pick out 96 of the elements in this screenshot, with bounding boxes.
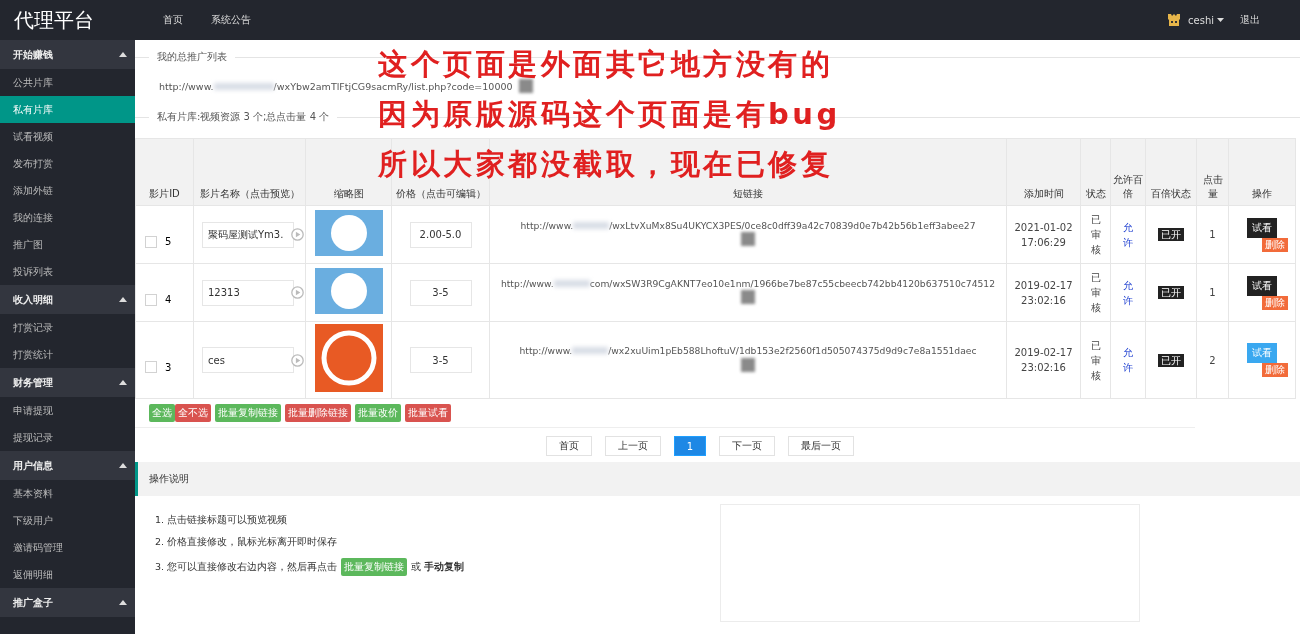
sidebar-item[interactable]: 邀请码管理 xyxy=(0,534,135,561)
blurred-qr-code xyxy=(518,79,533,93)
sidebar-item[interactable]: 提现记录 xyxy=(0,424,135,451)
status-text: 已审核 xyxy=(1090,271,1101,315)
nav-link[interactable]: 首页 xyxy=(163,13,183,27)
clicks-cell: 1 xyxy=(1196,263,1229,322)
instruction-text: 或 手动复制 xyxy=(411,560,465,574)
blurred-qr-code xyxy=(741,290,755,305)
row-checkbox[interactable] xyxy=(145,293,157,306)
caret-icon[interactable] xyxy=(1217,18,1224,22)
column-header: 影片名称（点击预览） xyxy=(193,138,306,206)
collapse-arrow-icon[interactable] xyxy=(119,297,127,302)
id-text: 3 xyxy=(165,361,172,373)
short-link[interactable]: http://www. /wx2xuUim1pEb588LhoftuV/1db153e2f2560f1d505074375d9d9c7e8a1551daec xyxy=(492,344,1004,358)
brand-title: 代理平台 xyxy=(13,6,95,34)
sidebar-item[interactable]: 申请提现 xyxy=(0,397,135,424)
sidebar-group[interactable]: 财务管理 xyxy=(0,368,135,397)
annotation-text: 这个页面是外面其它地方没有的 xyxy=(378,48,834,80)
collapse-arrow-icon[interactable] xyxy=(119,463,127,468)
preview-button[interactable]: 试看 xyxy=(1247,217,1277,238)
date-cell: 2019-02-17 23:02:16 xyxy=(1006,321,1081,399)
sidebar-item[interactable]: 发布打赏 xyxy=(0,150,135,177)
sidebar-item[interactable]: 下级用户 xyxy=(0,507,135,534)
batch-button[interactable]: 批量删除链接 xyxy=(285,404,351,422)
sidebar-item[interactable]: 推广图 xyxy=(0,231,135,258)
column-header: 点击量 xyxy=(1196,138,1229,206)
instruction-text: 2. 价格直接修改，鼠标光标离开即时保存 xyxy=(155,536,338,549)
logout-link[interactable]: 退出 xyxy=(1240,13,1260,27)
price-field[interactable]: 3-5 xyxy=(409,279,472,306)
sidebar-item[interactable]: 返佣明细 xyxy=(0,561,135,588)
price-field[interactable]: 3-5 xyxy=(409,347,472,373)
clicks-cell: 1 xyxy=(1196,205,1229,264)
column-header: 添加时间 xyxy=(1006,138,1081,206)
thumbnail-image xyxy=(314,324,383,392)
column-header: 状态 xyxy=(1080,138,1111,206)
clicks-cell: 2 xyxy=(1196,321,1229,399)
promo-url: /wxYbw2amTlFtjCG9sacmRy/list.php?code=10000 xyxy=(273,80,513,92)
blurred-qr-code xyxy=(741,232,755,247)
instruction-text: 1. 点击链接标题可以预览视频 xyxy=(155,514,288,527)
sidebar-group[interactable]: 收入明细 xyxy=(0,285,135,314)
nav-link[interactable]: 系统公告 xyxy=(211,13,251,27)
status-badge: 已开 xyxy=(1158,353,1184,367)
row-checkbox[interactable] xyxy=(145,235,157,248)
sidebar-item[interactable]: 私有片库 xyxy=(0,96,135,123)
sidebar-group[interactable]: 用户信息 xyxy=(0,451,135,480)
thumbnail-image xyxy=(314,267,383,314)
blurred-qr-code xyxy=(741,357,755,372)
collapse-arrow-icon[interactable] xyxy=(119,380,127,385)
collapse-arrow-icon[interactable] xyxy=(119,52,127,57)
annotation-text: 因为原版源码这个页面是有bug xyxy=(378,98,841,130)
allow-link[interactable]: 允许 xyxy=(1122,219,1134,250)
sidebar-item[interactable]: 投诉列表 xyxy=(0,258,135,285)
collapse-arrow-icon[interactable] xyxy=(119,600,127,605)
sidebar-group[interactable]: 推广盒子 xyxy=(0,588,135,617)
name-field[interactable]: 聚码屋测试Ym3. xyxy=(202,221,294,248)
sidebar-item[interactable]: 试看视频 xyxy=(0,123,135,150)
page-button[interactable]: 首页 xyxy=(545,436,592,456)
column-header: 影片ID xyxy=(135,138,194,206)
sidebar-item[interactable]: 我的连接 xyxy=(0,204,135,231)
instruction-text: 3. 您可以直接修改右边内容，然后再点击 xyxy=(155,560,338,574)
column-header: 百倍状态 xyxy=(1145,138,1197,206)
allow-link[interactable]: 允许 xyxy=(1122,277,1134,308)
column-header: 允许百倍 xyxy=(1110,138,1146,206)
price-field[interactable]: 2.00-5.0 xyxy=(409,221,472,248)
id-text: 5 xyxy=(165,236,172,247)
thumbnail-image xyxy=(314,209,383,256)
user-menu[interactable]: ceshi xyxy=(1188,14,1224,26)
sidebar-item[interactable]: 公共片库 xyxy=(0,69,135,96)
blurred-text xyxy=(213,82,274,90)
id-text: 4 xyxy=(165,294,172,305)
instructions-header: 操作说明 xyxy=(135,462,1300,496)
batch-button[interactable]: 批量试看 xyxy=(405,404,451,422)
status-text: 已审核 xyxy=(1090,338,1101,383)
date-cell: 2021-01-02 17:06:29 xyxy=(1006,205,1081,264)
page-button[interactable]: 最后一页 xyxy=(788,436,855,456)
avatar-icon[interactable] xyxy=(1166,12,1182,28)
status-badge: 已开 xyxy=(1158,286,1184,299)
page-button[interactable]: 下一页 xyxy=(719,436,776,456)
status-text: 已审核 xyxy=(1090,213,1101,257)
date-cell: 2019-02-17 23:02:16 xyxy=(1006,263,1081,322)
sidebar-item[interactable]: 打赏统计 xyxy=(0,341,135,368)
promo-url-prefix: http://www. xyxy=(159,80,214,92)
sidebar-item[interactable]: 打赏记录 xyxy=(0,314,135,341)
allow-link[interactable]: 允许 xyxy=(1122,345,1134,375)
sidebar-group[interactable]: 开始赚钱 xyxy=(0,40,135,69)
row-checkbox[interactable] xyxy=(145,361,157,373)
status-badge: 已开 xyxy=(1158,228,1184,241)
name-field[interactable]: ces xyxy=(202,347,294,373)
preview-button[interactable]: 试看 xyxy=(1247,275,1277,296)
sidebar-item[interactable]: 基本资料 xyxy=(0,480,135,507)
sidebar-item[interactable]: 添加外链 xyxy=(0,177,135,204)
column-header: 操作 xyxy=(1228,138,1296,206)
page-button[interactable]: 上一页 xyxy=(604,436,661,456)
name-field[interactable]: 12313 xyxy=(202,279,294,306)
page-button[interactable]: 1 xyxy=(673,436,707,456)
batch-button[interactable]: 全不选 xyxy=(175,404,211,422)
